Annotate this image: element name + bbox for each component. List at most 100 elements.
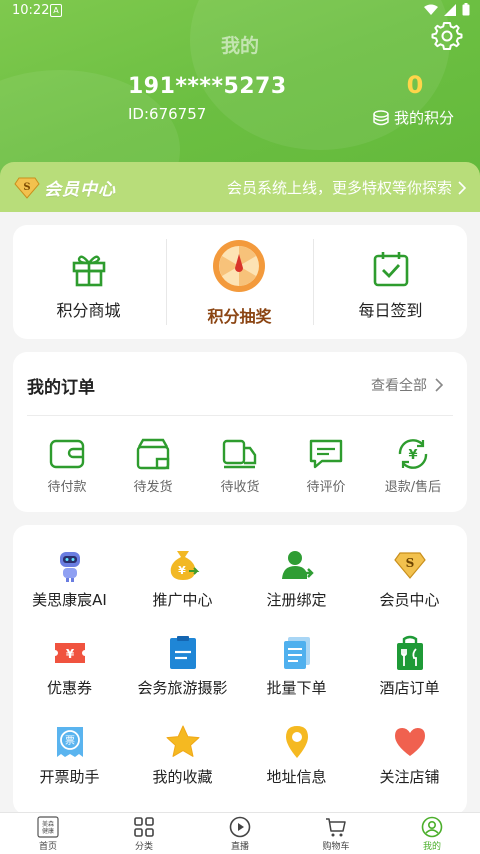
member-center-label: 会员中心 <box>44 180 116 200</box>
daily-checkin-label: 每日签到 <box>358 301 423 320</box>
chevron-right-icon <box>458 180 466 195</box>
comment-icon <box>309 439 343 469</box>
calendar-check-icon <box>373 252 409 287</box>
user-circle-icon <box>421 816 443 838</box>
my-points-link[interactable]: 我的积分 <box>372 107 454 128</box>
service-ai-assistant-label: 美思康宸AI <box>32 591 107 609</box>
ticket-icon: 票 <box>56 727 83 757</box>
points-label: 我的积分 <box>394 109 455 127</box>
tab-home[interactable]: 美森 健康 首页 <box>0 816 96 852</box>
member-badge-icon: S <box>14 177 40 199</box>
settings-button[interactable] <box>431 20 463 52</box>
service-coupons[interactable]: ¥ 优惠券 <box>13 635 126 698</box>
service-ai-assistant[interactable]: 美思康宸AI <box>13 547 126 610</box>
service-travel-photography[interactable]: 会务旅游摄影 <box>126 635 239 698</box>
service-register-bind-label: 注册绑定 <box>266 591 327 609</box>
service-followed-stores[interactable]: 关注店铺 <box>353 724 466 787</box>
orders-title: 我的订单 <box>27 378 95 398</box>
order-pending-review-label: 待评价 <box>306 480 346 495</box>
status-time: 10:22 <box>12 3 50 18</box>
services-grid-card: 美思康宸AI ¥ 推广中心 注册绑定 S 会员中心 ¥ 优惠券 会务旅游摄影 批… <box>13 525 467 815</box>
service-my-favorites-label: 我的收藏 <box>152 768 213 786</box>
signal-icon <box>444 3 456 16</box>
quick-actions-card: 积分商城 积分抽奖 每日签到 <box>13 225 467 339</box>
order-pending-review[interactable]: 待评价 <box>281 438 371 495</box>
order-pending-receipt-label: 待收货 <box>220 480 260 495</box>
service-address-info[interactable]: 地址信息 <box>240 724 353 787</box>
svg-text:美森: 美森 <box>42 820 54 828</box>
service-promotion-center[interactable]: ¥ 推广中心 <box>126 547 239 610</box>
order-pending-shipment-label: 待发货 <box>133 480 173 495</box>
tab-mine-label: 我的 <box>422 842 441 852</box>
service-member-center-label: 会员中心 <box>379 591 440 609</box>
order-pending-payment[interactable]: 待付款 <box>22 438 112 495</box>
svg-text:¥: ¥ <box>178 564 186 577</box>
view-all-orders-link[interactable]: 查看全部 <box>371 375 443 395</box>
delivery-truck-icon <box>222 439 257 469</box>
gift-icon <box>72 255 106 287</box>
service-member-center[interactable]: S 会员中心 <box>353 547 466 610</box>
home-logo-icon: 美森 健康 <box>37 816 59 838</box>
bottom-tab-bar: 美森 健康 首页 分类 直播 购物车 我的 <box>0 812 480 854</box>
tab-cart-label: 购物车 <box>322 842 350 852</box>
heart-icon <box>394 728 425 756</box>
order-pending-shipment[interactable]: 待发货 <box>108 438 198 495</box>
daily-checkin-button[interactable]: 每日签到 <box>315 225 466 339</box>
lottery-wheel-icon <box>213 240 265 292</box>
points-mall-label: 积分商城 <box>56 301 121 320</box>
play-circle-icon <box>229 816 251 838</box>
svg-text:健康: 健康 <box>42 827 54 835</box>
view-all-label: 查看全部 <box>371 378 427 394</box>
wallet-icon <box>49 439 85 469</box>
location-pin-icon <box>285 726 308 758</box>
order-refund-aftersale-label: 退款/售后 <box>384 480 442 495</box>
restaurant-icon <box>396 635 423 670</box>
tab-category[interactable]: 分类 <box>96 816 192 852</box>
service-invoice-assistant-label: 开票助手 <box>39 768 100 786</box>
member-diamond-icon: S <box>393 552 426 579</box>
service-hotel-orders-label: 酒店订单 <box>379 679 440 697</box>
tab-live[interactable]: 直播 <box>192 816 288 852</box>
points-lottery-label: 积分抽奖 <box>207 307 272 326</box>
document-icon <box>169 636 196 669</box>
tab-cart[interactable]: 购物车 <box>288 816 384 852</box>
user-add-icon <box>281 551 314 579</box>
service-register-bind[interactable]: 注册绑定 <box>240 547 353 610</box>
service-promotion-center-label: 推广中心 <box>152 591 213 609</box>
points-value[interactable]: 0 <box>395 71 435 99</box>
cart-icon <box>326 818 346 837</box>
order-refund-aftersale[interactable]: ¥ 退款/售后 <box>368 438 458 495</box>
battery-icon <box>462 3 470 16</box>
service-followed-stores-label: 关注店铺 <box>379 768 440 786</box>
refund-yen-icon: ¥ <box>398 439 428 469</box>
service-my-favorites[interactable]: 我的收藏 <box>126 724 239 787</box>
my-orders-card: 我的订单 查看全部 待付款 待发货 待收货 待评价 ¥ 退款/售后 <box>13 352 467 512</box>
member-promo-text: 会员系统上线，更多特权等你探索 <box>226 179 452 197</box>
service-hotel-orders[interactable]: 酒店订单 <box>353 635 466 698</box>
robot-icon <box>59 552 80 582</box>
order-pending-receipt[interactable]: 待收货 <box>195 438 285 495</box>
service-bulk-order-label: 批量下单 <box>266 679 327 697</box>
profile-header: 10:22 A 我的 191****5273 ID:676757 0 我的积分 … <box>0 0 480 212</box>
grid-icon <box>134 817 154 837</box>
wifi-icon <box>424 4 438 15</box>
star-icon <box>166 725 199 757</box>
tab-mine[interactable]: 我的 <box>384 816 480 852</box>
coins-icon <box>373 109 389 125</box>
gear-icon <box>431 22 463 50</box>
svg-text:S: S <box>405 556 414 570</box>
user-phone: 191****5273 <box>128 74 287 99</box>
service-bulk-order[interactable]: 批量下单 <box>240 635 353 698</box>
box-icon <box>136 438 170 470</box>
chevron-right-icon <box>435 378 443 392</box>
service-invoice-assistant[interactable]: 票 开票助手 <box>13 724 126 787</box>
order-pending-payment-label: 待付款 <box>47 480 87 495</box>
points-mall-button[interactable]: 积分商城 <box>13 225 164 339</box>
status-bar: 10:22 A <box>0 0 480 22</box>
member-center-banner[interactable]: S 会员中心 会员系统上线，更多特权等你探索 <box>0 162 480 212</box>
service-travel-photography-label: 会务旅游摄影 <box>137 679 228 697</box>
tab-category-label: 分类 <box>134 842 153 852</box>
user-id: ID:676757 <box>128 105 207 123</box>
points-lottery-button[interactable]: 积分抽奖 <box>164 225 315 339</box>
svg-text:S: S <box>23 182 30 193</box>
